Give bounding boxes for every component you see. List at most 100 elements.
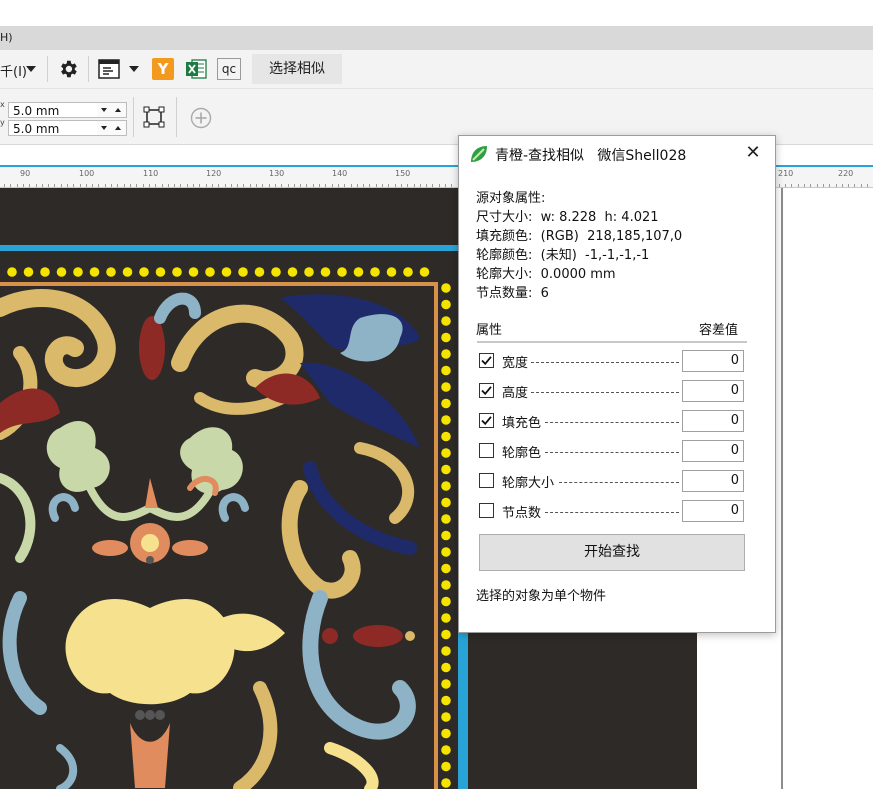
ruler-tick (155, 184, 156, 187)
node-count-info: 节点数量: 6 (476, 286, 549, 301)
yellow-dot (441, 596, 451, 607)
property-row: 轮廓色 0 (479, 440, 749, 462)
ruler-tick (414, 184, 415, 187)
ruler-tick (4, 184, 5, 187)
yellow-dot (304, 267, 314, 277)
ruler-tick (80, 184, 81, 187)
property-checkbox[interactable] (479, 443, 494, 458)
property-checkbox[interactable] (479, 473, 494, 488)
yellow-dot (40, 267, 50, 277)
ruler-tick (42, 184, 43, 187)
ruler-tick (92, 184, 93, 187)
ruler-label: 90 (20, 169, 31, 178)
ruler-tick (269, 184, 270, 187)
ruler-tick (111, 184, 112, 187)
ruler-tick (829, 184, 830, 187)
ruler-tick (231, 184, 232, 187)
yellow-dot (56, 267, 67, 277)
ornament-shapes (0, 289, 420, 793)
tolerance-input[interactable]: 0 (682, 470, 744, 492)
ruler-tick (313, 184, 314, 187)
ruler-tick (193, 184, 194, 187)
property-label: 宽度 (502, 356, 529, 371)
yellow-dot (386, 267, 397, 277)
yellow-dot (441, 283, 451, 293)
ruler-tick (67, 184, 68, 187)
ruler-tick (363, 184, 364, 187)
ruler-label: 130 (269, 169, 285, 178)
close-icon[interactable]: ✕ (743, 143, 763, 163)
yellow-dot (441, 299, 451, 310)
property-checkbox[interactable] (479, 413, 494, 428)
outline-size-info: 轮廓大小: 0.0000 mm (476, 267, 616, 282)
dash-leader (531, 392, 679, 393)
check-icon (481, 416, 492, 426)
ruler-tick (250, 184, 251, 187)
ruler-tick (256, 184, 257, 187)
ruler-tick (848, 184, 849, 187)
yellow-dot (89, 267, 100, 277)
yellow-dot (441, 481, 451, 491)
yellow-dot (441, 580, 451, 590)
ruler-tick (420, 184, 421, 187)
ruler-tick (187, 184, 188, 187)
ruler-tick (817, 184, 818, 187)
property-checkbox[interactable] (479, 503, 494, 518)
tolerance-input[interactable]: 0 (682, 380, 744, 402)
yellow-dot (337, 267, 347, 277)
ruler-tick (451, 184, 452, 187)
property-checkbox[interactable] (479, 353, 494, 368)
y-plugin-icon[interactable]: Y (152, 58, 174, 80)
chevron-down-icon[interactable] (127, 61, 141, 77)
menu-item-help-partial[interactable]: H) (0, 31, 13, 44)
property-row: 填充色 0 (479, 410, 749, 432)
qc-button[interactable]: qc (217, 58, 241, 80)
page-border-shadow (781, 188, 783, 789)
yellow-dot (441, 547, 451, 557)
select-similar-button[interactable]: 选择相似 (252, 54, 342, 84)
tolerance-input[interactable]: 0 (682, 350, 744, 372)
start-find-button[interactable]: 开始查找 (479, 534, 745, 571)
tolerance-input[interactable]: 0 (682, 440, 744, 462)
dash-leader (531, 362, 679, 363)
fill-color-info: 填充颜色: (RGB) 218,185,107,0 (476, 229, 683, 244)
ruler-tick (382, 184, 383, 187)
tolerance-input[interactable]: 0 (682, 500, 744, 522)
property-label: 高度 (502, 386, 529, 401)
ruler-tick (319, 184, 320, 187)
ruler-tick (218, 184, 219, 187)
yellow-dot (441, 761, 451, 772)
text-frame-icon[interactable] (97, 58, 121, 80)
ruler-tick (823, 184, 824, 187)
yellow-dot (205, 267, 215, 277)
excel-icon[interactable] (184, 57, 208, 81)
width-offset-spinner[interactable] (97, 102, 127, 118)
ruler-tick (854, 184, 855, 187)
ruler-tick (23, 184, 24, 187)
yellow-dot (353, 267, 364, 277)
ruler-tick (426, 184, 427, 187)
bounding-box-icon[interactable] (142, 105, 166, 129)
ruler-tick (237, 184, 238, 187)
width-offset-input[interactable]: 5.0 mm (8, 102, 98, 118)
ruler-tick (98, 184, 99, 187)
tolerance-input[interactable]: 0 (682, 410, 744, 432)
ruler-tick (48, 184, 49, 187)
ruler-tick (136, 184, 137, 187)
ruler-tick (212, 184, 213, 187)
property-checkbox[interactable] (479, 383, 494, 398)
yellow-dot (441, 629, 451, 640)
qingcheng-logo-icon (469, 144, 489, 164)
ruler-label: 210 (778, 169, 794, 178)
property-label: 轮廓大小 (502, 476, 555, 491)
add-circle-icon[interactable] (189, 106, 213, 130)
property-row: 节点数 0 (479, 500, 749, 522)
ruler-tick (149, 184, 150, 187)
gear-icon[interactable] (56, 57, 80, 81)
dropdown-arrow-icon[interactable] (23, 61, 39, 77)
height-offset-spinner[interactable] (97, 120, 127, 136)
ruler-tick (281, 184, 282, 187)
dash-leader (545, 512, 679, 513)
toolbar-separator (47, 56, 48, 82)
height-offset-input[interactable]: 5.0 mm (8, 120, 98, 136)
